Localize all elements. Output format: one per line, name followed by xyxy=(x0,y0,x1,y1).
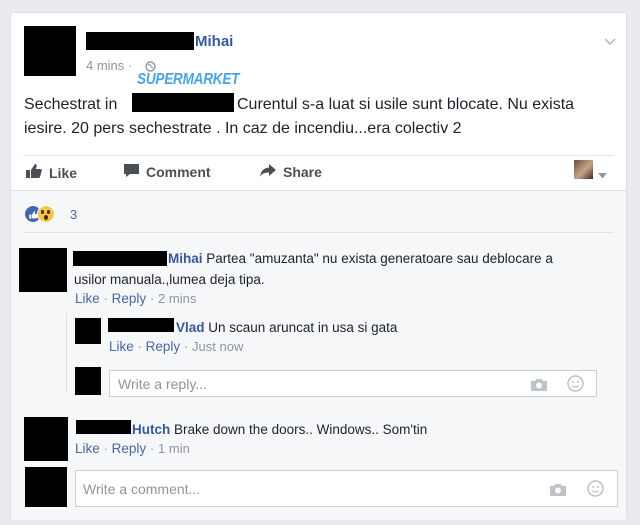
comment-reply-link[interactable]: Reply xyxy=(112,291,147,306)
like-label: Like xyxy=(49,164,78,181)
reply-avatar[interactable] xyxy=(75,318,101,344)
caret-down-icon[interactable] xyxy=(598,166,607,184)
emoji-icon[interactable] xyxy=(567,375,584,395)
reply-reply-link[interactable]: Reply xyxy=(146,339,181,354)
reply-placeholder: Write a reply... xyxy=(118,376,207,392)
comment-icon xyxy=(123,163,146,181)
sep: · xyxy=(137,339,142,354)
commenter-avatar[interactable] xyxy=(19,248,67,292)
commenter-name-redacted xyxy=(73,251,167,266)
post-text-start: Sechestrat in xyxy=(24,96,118,113)
reaction-count[interactable]: 3 xyxy=(70,207,77,222)
chevron-down-icon[interactable] xyxy=(604,33,616,51)
location-redacted xyxy=(132,93,234,112)
comment-placeholder: Write a comment... xyxy=(83,481,201,497)
sep: · xyxy=(149,291,155,306)
divider xyxy=(23,232,614,233)
commenter-avatar[interactable] xyxy=(24,417,68,461)
post-card: Mihai 4 mins · SUPERMARKET Sechestrat in… xyxy=(10,12,627,520)
post-text-line2: iesire. 20 pers sechestrate . In caz de … xyxy=(24,120,462,137)
sep: · xyxy=(103,441,108,456)
comment-text: Brake down the doors.. Windows.. Som'tin xyxy=(174,422,428,437)
divider xyxy=(23,155,614,156)
overlay-label: SUPERMARKET xyxy=(137,71,240,88)
share-label: Share xyxy=(283,164,322,180)
reply-actions: Like · Reply · Just now xyxy=(109,339,243,354)
camera-icon[interactable] xyxy=(549,482,567,500)
reply-text: Un scaun aruncat in usa si gata xyxy=(208,320,398,335)
thread-line xyxy=(66,313,67,393)
comment-actions: Like · Reply · 1 min xyxy=(75,441,190,456)
comment-label: Comment xyxy=(146,164,211,180)
viewer-comment-avatar xyxy=(25,467,67,507)
comment-input[interactable]: Write a comment... xyxy=(75,470,618,507)
post-text-end: Curentul s-a luat si usile sunt blocate.… xyxy=(237,96,575,113)
comment-body: Hutch Brake down the doors.. Windows.. S… xyxy=(132,419,427,440)
comment-author[interactable]: Mihai xyxy=(168,251,203,266)
sep: · xyxy=(103,291,108,306)
reply-input[interactable]: Write a reply... xyxy=(109,370,597,397)
post-timestamp[interactable]: 4 mins · xyxy=(86,58,132,73)
comment-time[interactable]: 1 min xyxy=(158,441,190,456)
comment-like-link[interactable]: Like xyxy=(75,441,100,456)
reply-like-link[interactable]: Like xyxy=(109,339,134,354)
emoji-icon[interactable] xyxy=(587,480,604,500)
reply-author-redacted xyxy=(108,318,174,332)
author-avatar[interactable] xyxy=(24,26,76,76)
reaction-wow-icon[interactable] xyxy=(37,205,55,223)
author-name[interactable]: Mihai xyxy=(195,33,233,50)
comment-like-link[interactable]: Like xyxy=(75,291,100,306)
comment-time[interactable]: 2 mins xyxy=(158,291,196,306)
comment-reply-link[interactable]: Reply xyxy=(112,441,147,456)
sep: · xyxy=(183,339,189,354)
like-button[interactable]: Like xyxy=(25,163,77,182)
comment-text-line2: usilor manuala.,lumea deja tipa. xyxy=(74,272,265,287)
reply-input-avatar xyxy=(75,367,101,395)
reply-body: Vlad Un scaun aruncat in usa si gata xyxy=(176,317,397,338)
share-icon xyxy=(259,163,283,181)
comment-button[interactable]: Comment xyxy=(123,163,211,181)
post-time[interactable]: 4 mins xyxy=(86,58,124,73)
reply-author[interactable]: Vlad xyxy=(176,320,205,335)
comment-text-line1: Partea "amuzanta" nu exista generatoare … xyxy=(206,251,553,266)
comment-body: Mihai Partea "amuzanta" nu exista genera… xyxy=(168,248,618,269)
share-button[interactable]: Share xyxy=(259,163,322,181)
commenter-name-redacted xyxy=(76,420,131,434)
reply-time[interactable]: Just now xyxy=(192,339,243,354)
viewer-avatar[interactable] xyxy=(574,160,593,179)
thumbs-up-icon xyxy=(25,163,49,182)
sep: · xyxy=(149,441,155,456)
author-name-redacted xyxy=(86,32,194,50)
comment-actions: Like · Reply · 2 mins xyxy=(75,291,196,306)
time-separator: · xyxy=(127,58,133,73)
camera-icon[interactable] xyxy=(530,377,548,395)
comment-author[interactable]: Hutch xyxy=(132,422,170,437)
